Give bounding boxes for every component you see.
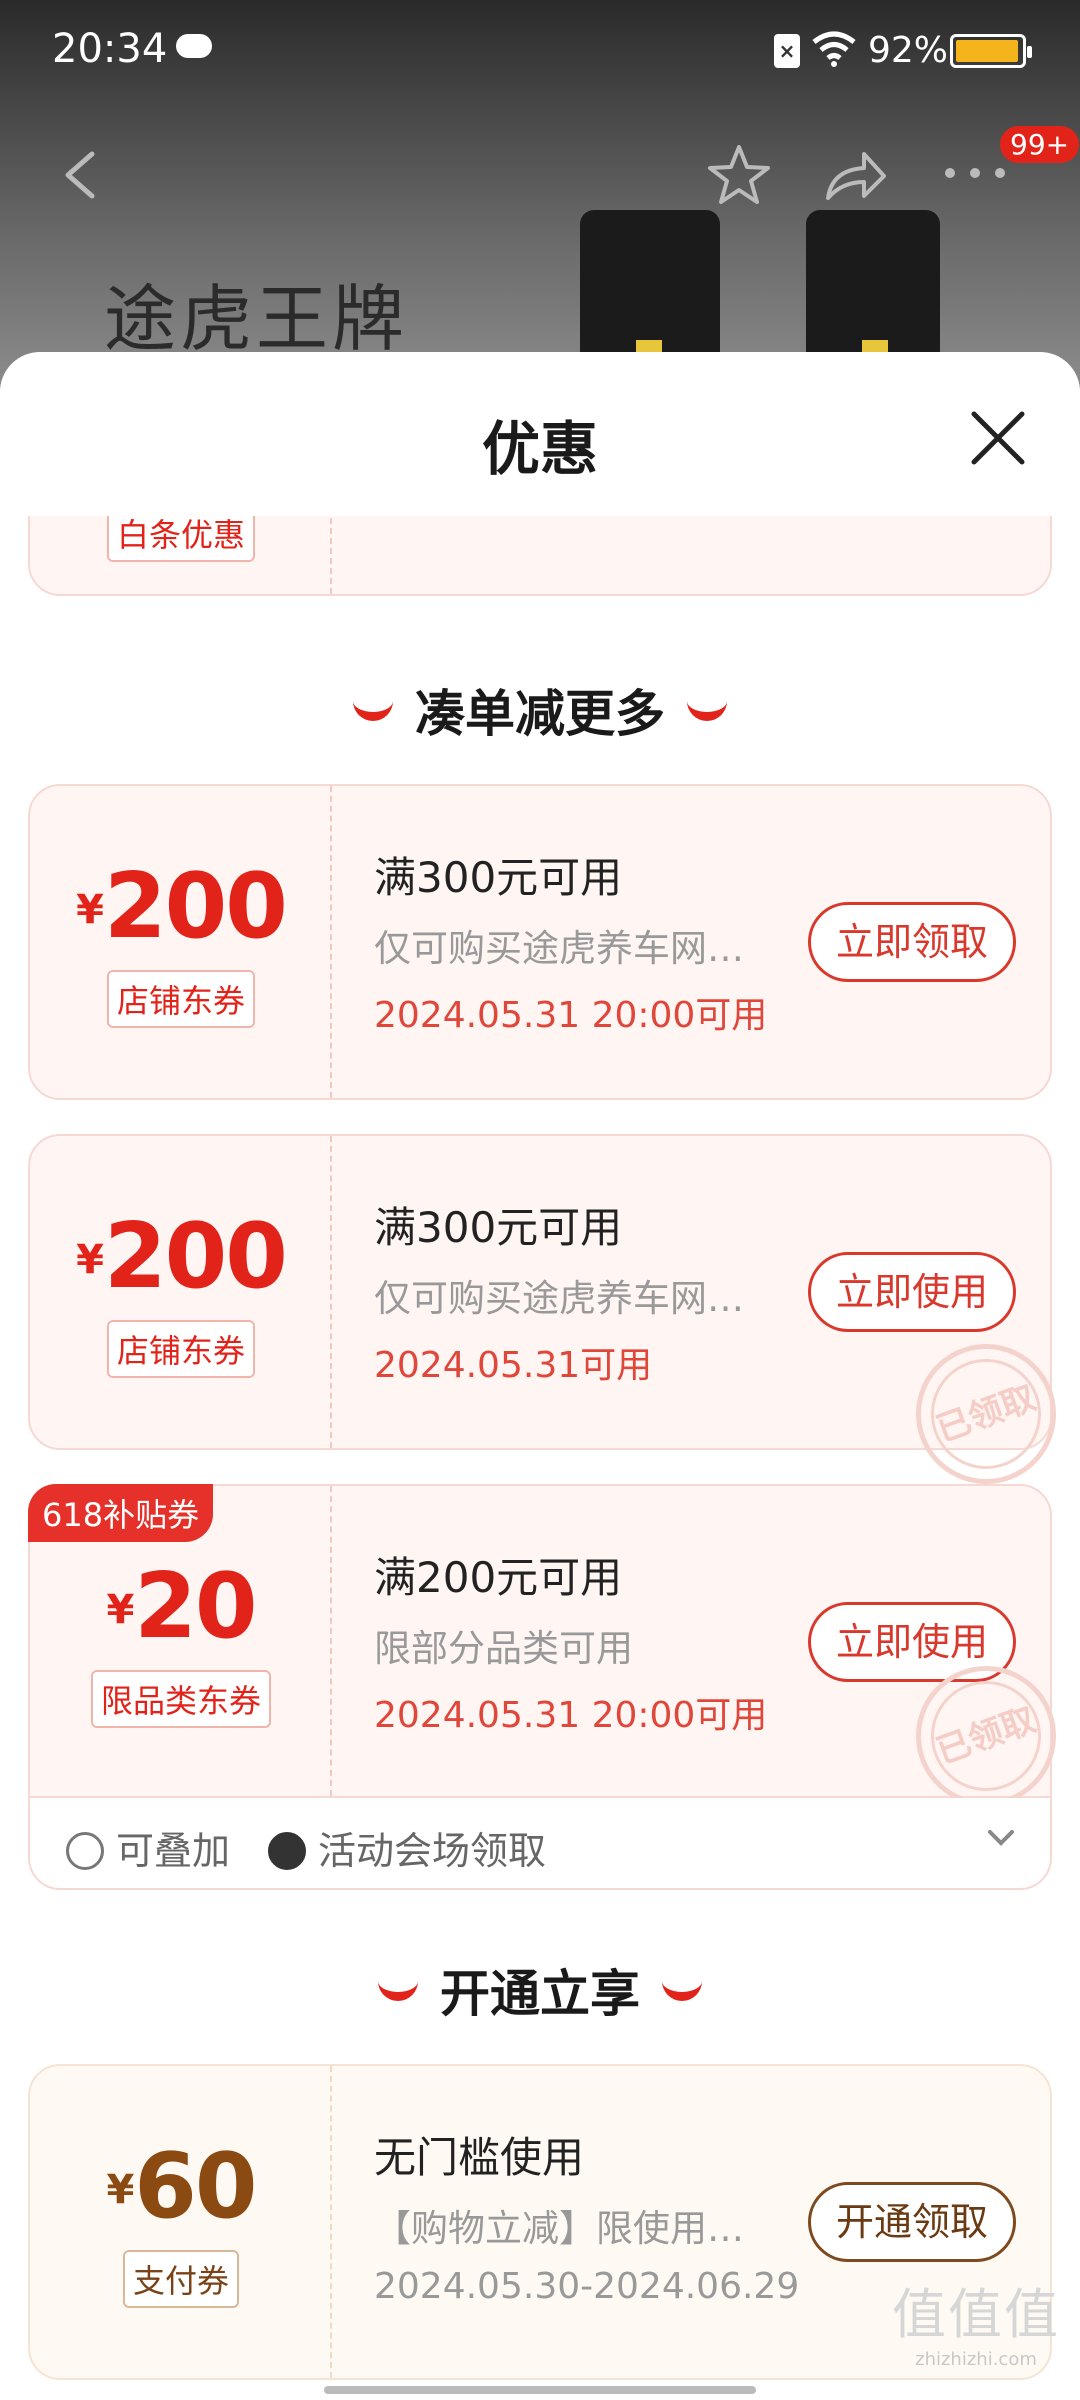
sheet-header: 优惠: [0, 352, 1080, 516]
coupon-amount: ¥200: [76, 854, 288, 959]
smile-left-icon: [378, 1981, 418, 2001]
smile-right-icon: [687, 701, 727, 721]
coupon-description: 限部分品类可用: [374, 1627, 633, 1670]
coupon-tag: 支付券: [122, 2250, 239, 2308]
subsidy-badge: 618补贴券: [28, 1484, 214, 1542]
favorite-star-icon[interactable]: [706, 142, 772, 208]
home-indicator[interactable]: [324, 2386, 756, 2394]
close-icon[interactable]: [968, 408, 1028, 468]
battery-icon: [950, 34, 1032, 68]
coupon-condition: 满300元可用: [374, 853, 623, 902]
stack-icon: [66, 1832, 104, 1870]
claim-button[interactable]: 立即领取: [808, 902, 1016, 982]
use-button[interactable]: 立即使用: [808, 1252, 1016, 1332]
coupon-amount: ¥20: [106, 1554, 257, 1659]
coupon-card: 618补贴券 ¥20 限品类东券 满200元可用 限部分品类可用 2024.05…: [28, 1484, 1076, 1826]
discount-sheet: 优惠 白条优惠 凑单减更多 ¥200 店铺东券 满300元可用 仅可购买途虎养车…: [0, 352, 1080, 2400]
sim-icon: ×: [774, 34, 800, 68]
coupon-date: 2024.05.30-2024.06.29: [374, 2266, 800, 2307]
more-dots-icon[interactable]: [940, 158, 1010, 188]
brand-logo-text: 途虎王牌: [104, 277, 409, 361]
coupon-description: 【购物立减】限使用…: [374, 2207, 744, 2250]
coupon-extras-row[interactable]: 可叠加 活动会场领取: [28, 1798, 1052, 1890]
sheet-content: 白条优惠 凑单减更多 ¥200 店铺东券 满300元可用 仅可购买途虎养车网… …: [0, 456, 1080, 2400]
coupon-description: 仅可购买途虎养车网…: [374, 1277, 744, 1320]
coupon-date: 2024.05.31可用: [374, 1345, 653, 1386]
coupon-condition: 无门槛使用: [374, 2133, 585, 2182]
coupon-date: 2024.05.31 20:00可用: [374, 995, 768, 1036]
claimed-stamp: 已领取: [896, 1324, 1076, 1504]
coupon-date: 2024.05.31 20:00可用: [374, 1695, 768, 1736]
coupon-condition: 满300元可用: [374, 1203, 623, 1252]
coupon-card: ¥200 店铺东券 满300元可用 仅可购买途虎养车网… 2024.05.31可…: [28, 1134, 1076, 1504]
share-icon[interactable]: [822, 146, 888, 206]
message-count-badge: 99+: [1000, 126, 1080, 163]
weather-cloud-icon: [176, 34, 212, 58]
coupon-card: ¥200 店铺东券 满300元可用 仅可购买途虎养车网… 2024.05.31 …: [28, 784, 1052, 1100]
coupon-tag: 限品类东券: [90, 1670, 271, 1728]
ticket-icon: [268, 1832, 306, 1870]
coupon-tag: 店铺东券: [106, 970, 255, 1028]
section-title-combine: 凑单减更多: [0, 674, 1080, 746]
smile-right-icon: [662, 1981, 702, 2001]
back-arrow-icon[interactable]: [60, 150, 100, 200]
sheet-title: 优惠: [481, 415, 598, 483]
smile-left-icon: [353, 701, 393, 721]
wifi-icon: [812, 31, 856, 67]
coupon-condition: 满200元可用: [374, 1553, 623, 1602]
coupon-description: 仅可购买途虎养车网…: [374, 927, 744, 970]
chevron-down-icon[interactable]: [986, 1822, 1016, 1852]
activate-claim-button[interactable]: 开通领取: [808, 2182, 1016, 2262]
status-bar: 20:34 × 92%: [0, 0, 1080, 100]
coupon-amount: ¥60: [106, 2134, 257, 2239]
venue-label: 活动会场领取: [268, 1820, 546, 1875]
section-title-activate: 开通立享: [0, 1954, 1080, 2026]
coupon-amount: ¥200: [76, 1204, 288, 1309]
status-time: 20:34: [52, 26, 168, 72]
watermark: 值值值 zhizhizhi.com: [892, 2283, 1060, 2370]
coupon-tag: 店铺东券: [106, 1320, 255, 1378]
battery-percent: 92%: [868, 30, 949, 71]
stackable-label: 可叠加: [66, 1820, 230, 1875]
